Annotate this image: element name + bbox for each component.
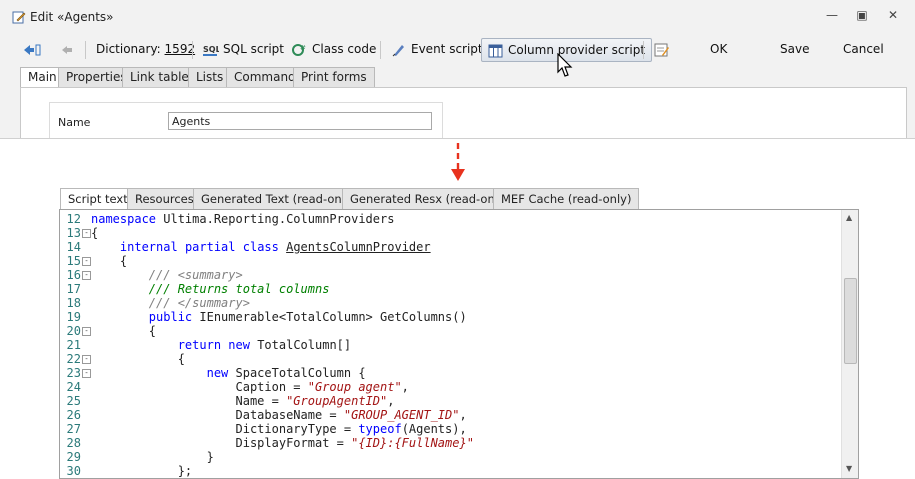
collapse-fold-icon[interactable]: -	[82, 355, 91, 364]
event-script-label: Event script	[411, 42, 483, 56]
code-line: {	[91, 226, 99, 240]
collapse-fold-icon[interactable]: -	[82, 271, 91, 280]
line-number: 18	[66, 296, 81, 310]
code-line: Caption = "Group agent",	[235, 380, 409, 394]
line-number: 25	[66, 394, 81, 408]
line-number: 17	[66, 282, 81, 296]
code-line: public IEnumerable<TotalColumn> GetColum…	[148, 310, 467, 324]
code-line: {	[177, 352, 185, 366]
cancel-button[interactable]: Cancel	[843, 36, 884, 62]
navigate-back-icon	[24, 44, 41, 55]
line-number: 26	[66, 408, 81, 422]
code-line: /// </summary>	[148, 296, 250, 310]
toolbar-divider	[192, 41, 193, 59]
close-button[interactable]: ✕	[883, 8, 903, 26]
line-number: 19	[66, 310, 81, 324]
toolbar-divider	[85, 41, 86, 59]
table-columns-icon	[488, 44, 503, 57]
line-number: 23	[66, 366, 81, 380]
code-line: {	[119, 254, 128, 268]
line-number: 16	[66, 268, 81, 282]
code-line: namespace Ultima.Reporting.ColumnProvide…	[91, 212, 395, 226]
svg-text:#: #	[300, 44, 306, 52]
sql-script-button[interactable]: SQL SQL script	[203, 36, 284, 62]
tab-print-forms[interactable]: Print forms	[293, 67, 375, 88]
line-number: 22	[66, 352, 81, 366]
line-number: 21	[66, 338, 81, 352]
save-button[interactable]: Save	[780, 36, 809, 62]
title-bar: Edit «Agents» — ▣ ✕	[0, 0, 915, 34]
dictionary-indicator: Dictionary: 1592	[96, 36, 195, 62]
tab-mef-cache[interactable]: MEF Cache (read-only)	[493, 188, 640, 210]
edit-window: Edit «Agents» — ▣ ✕ Dictionary: 1592 SQL…	[0, 0, 915, 139]
window-title: Edit «Agents»	[30, 10, 114, 24]
code-line: DatabaseName = "GROUP_AGENT_ID",	[235, 408, 467, 422]
vertical-scrollbar[interactable]: ▲ ▼	[841, 210, 858, 478]
down-arrow-icon	[451, 143, 465, 186]
name-label: Name	[58, 116, 91, 129]
minimize-button[interactable]: —	[822, 8, 842, 26]
code-line: new SpaceTotalColumn {	[206, 366, 366, 380]
dictionary-label: Dictionary:	[96, 42, 161, 56]
column-provider-script-label: Column provider script	[508, 43, 646, 57]
code-line: /// Returns total columns	[148, 282, 330, 296]
line-number: 13	[66, 226, 81, 240]
toolbar-divider	[643, 41, 644, 59]
line-number: 20	[66, 324, 81, 338]
undo-button[interactable]	[60, 36, 78, 62]
line-number: 14	[66, 240, 81, 254]
restore-button[interactable]: ▣	[852, 8, 872, 26]
line-number: 27	[66, 422, 81, 436]
mouse-cursor-icon	[557, 52, 573, 82]
sql-icon: SQL	[203, 45, 221, 56]
scrollbar-thumb[interactable]	[844, 278, 857, 364]
script-icon	[392, 44, 404, 56]
line-number: 24	[66, 380, 81, 394]
code-line: {	[148, 324, 157, 338]
svg-text:SQL: SQL	[203, 45, 219, 54]
scroll-up-icon[interactable]: ▲	[846, 213, 852, 222]
code-editor[interactable]: 12 13-14 15-16-17 18 19 20-21 22-23-24 25 26 27 28…	[59, 209, 859, 479]
sql-script-label: SQL script	[223, 42, 285, 56]
collapse-fold-icon[interactable]: -	[82, 229, 91, 238]
undo-arrow-icon	[62, 45, 72, 54]
tab-resources[interactable]: Resources	[127, 188, 202, 210]
tab-script-text[interactable]: Script text	[60, 188, 136, 211]
tab-lists[interactable]: Lists	[188, 67, 232, 88]
collapse-fold-icon[interactable]: -	[82, 257, 91, 266]
main-tab-panel	[20, 87, 907, 138]
tab-generated-text[interactable]: Generated Text (read-only)	[193, 188, 365, 210]
name-input[interactable]: Agents	[168, 112, 432, 130]
line-number: 12	[66, 212, 81, 226]
line-number-gutter: 12 13-14 15-16-17 18 19 20-21 22-23-24 25 26 27 28…	[60, 210, 91, 478]
line-number: 30	[66, 464, 81, 478]
code-line: DisplayFormat = "{ID}:{FullName}"	[235, 436, 474, 450]
code-line: DictionaryType = typeof(Agents),	[235, 422, 467, 436]
toolbar-divider	[380, 41, 381, 59]
code-line: /// <summary>	[148, 268, 243, 282]
edit-icon	[12, 10, 26, 27]
form-edit-icon	[654, 43, 669, 56]
ok-button[interactable]: OK	[710, 36, 727, 62]
toolbar: Dictionary: 1592 SQL SQL script # Class co…	[0, 36, 915, 64]
code-line: }	[206, 450, 214, 464]
class-code-label: Class code	[312, 42, 377, 56]
tab-generated-resx[interactable]: Generated Resx (read-only)	[342, 188, 518, 210]
line-number: 29	[66, 450, 81, 464]
code-line: };	[177, 464, 193, 478]
code-line: return new TotalColumn[]	[177, 338, 352, 352]
dictionary-link[interactable]: 1592	[165, 42, 196, 56]
line-number: 28	[66, 436, 81, 450]
edit-form-button[interactable]	[654, 36, 674, 62]
line-number: 15	[66, 254, 81, 268]
code-line: internal partial class AgentsColumnProvi…	[119, 240, 431, 254]
class-code-button[interactable]: # Class code	[292, 36, 376, 62]
class-code-icon: #	[292, 43, 306, 56]
event-script-button[interactable]: Event script	[391, 36, 483, 62]
collapse-fold-icon[interactable]: -	[82, 369, 91, 378]
back-to-list-button[interactable]	[22, 36, 46, 62]
scroll-down-icon[interactable]: ▼	[846, 464, 852, 473]
code-line: Name = "GroupAgentID",	[235, 394, 395, 408]
collapse-fold-icon[interactable]: -	[82, 327, 91, 336]
